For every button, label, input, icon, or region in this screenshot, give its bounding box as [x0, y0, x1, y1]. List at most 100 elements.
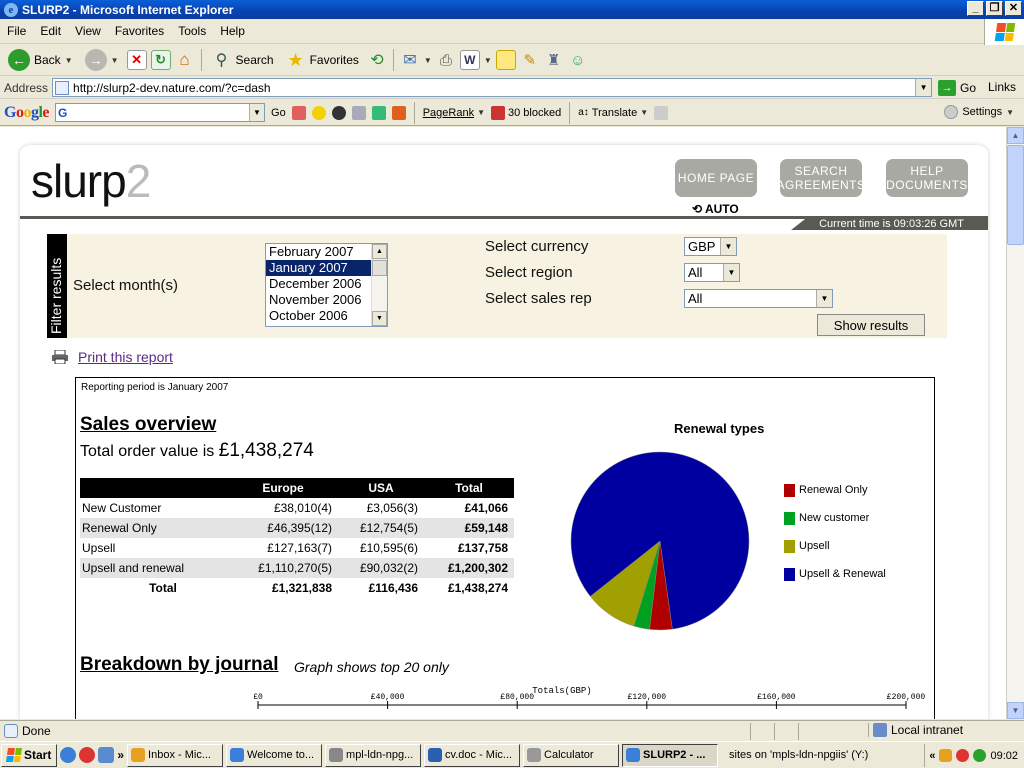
chevron-down-icon[interactable]: ▼ [723, 264, 739, 281]
bookmark-icon[interactable] [291, 105, 306, 120]
quicklaunch-more-icon[interactable]: » [117, 748, 124, 762]
task-welcome[interactable]: Welcome to... [226, 743, 323, 767]
mail-icon[interactable]: ✉ [400, 50, 420, 70]
research-icon[interactable]: ✎ [520, 50, 540, 70]
print-report-link[interactable]: Print this report [78, 349, 173, 365]
start-button[interactable]: Start [1, 743, 58, 767]
chevron-down-icon[interactable]: ▼ [111, 56, 119, 65]
menu-help[interactable]: Help [213, 24, 252, 38]
nav-help-documents[interactable]: HELP DOCUMENTS [886, 159, 968, 197]
tray-app-icon[interactable] [939, 749, 953, 762]
task-inbox[interactable]: Inbox - Mic... [127, 743, 224, 767]
table-cell: £116,436 [368, 581, 418, 595]
menu-favorites[interactable]: Favorites [108, 24, 171, 38]
pagerank-meter[interactable]: PageRank ▼ [423, 107, 485, 119]
task-cv-doc[interactable]: cv.doc - Mic... [424, 743, 521, 767]
page-icon [55, 80, 70, 95]
back-arrow-icon: ← [8, 49, 30, 71]
chevron-down-icon[interactable]: ▼ [720, 238, 736, 255]
month-listbox-scrollbar[interactable]: ▲ ▼ [371, 244, 387, 326]
month-option[interactable]: November 2006 [266, 292, 371, 308]
page-scrollbar[interactable]: ▲ ▼ [1006, 127, 1024, 719]
scroll-thumb[interactable] [1007, 145, 1024, 245]
popup-blocker[interactable]: 30 blocked [491, 105, 561, 120]
google-go-button[interactable]: Go [271, 107, 286, 119]
tray-messenger-icon[interactable] [973, 749, 987, 762]
task-calculator[interactable]: Calculator [523, 743, 620, 767]
status-cell [774, 722, 798, 740]
maximize-button[interactable]: ❐ [986, 1, 1003, 16]
forward-button[interactable]: → ▼ [81, 47, 123, 73]
go-button[interactable]: → Go [938, 79, 976, 96]
windows-logo [984, 19, 1024, 45]
back-button[interactable]: ← Back ▼ [4, 47, 77, 73]
scroll-down-icon[interactable]: ▼ [372, 311, 387, 326]
history-icon[interactable]: ⟲ [367, 50, 387, 70]
edit-icon[interactable]: W [459, 50, 480, 70]
scroll-down-icon[interactable]: ▼ [1007, 702, 1024, 719]
favorites-button[interactable]: ★ Favorites [282, 47, 363, 73]
task-mpl-ldn[interactable]: mpl-ldn-npg... [325, 743, 422, 767]
note-icon[interactable] [495, 50, 516, 70]
month-option[interactable]: October 2006 [266, 308, 371, 324]
scroll-thumb[interactable] [372, 260, 387, 276]
messenger-icon[interactable]: ☺ [568, 50, 588, 70]
nav-home-page[interactable]: HOME PAGE [675, 159, 757, 197]
menu-file[interactable]: File [0, 24, 33, 38]
translate-button[interactable]: a↕ Translate ▼ [578, 107, 648, 119]
gear-icon [944, 105, 959, 119]
tray-expand-icon[interactable]: « [929, 750, 935, 762]
chevron-down-icon[interactable]: ▼ [65, 56, 73, 65]
links-button[interactable]: Links [988, 80, 1016, 94]
refresh-icon[interactable]: ↻ [150, 50, 171, 70]
blocks-icon[interactable] [391, 105, 406, 120]
show-results-button[interactable]: Show results [817, 314, 925, 336]
messenger-quicklaunch-icon[interactable] [98, 747, 115, 763]
popup-icon[interactable] [351, 105, 366, 120]
news-icon[interactable] [331, 105, 346, 120]
axis-tick-label: £120,000 [628, 693, 667, 702]
print-icon[interactable]: ⎙ [436, 50, 456, 70]
site-logo[interactable]: slurp2 [31, 154, 151, 208]
home-icon[interactable]: ⌂ [175, 50, 195, 70]
settings-button[interactable]: Settings ▼ [944, 105, 1014, 119]
close-button[interactable]: ✕ [1005, 1, 1022, 16]
address-input[interactable]: http://slurp2-dev.nature.com/?c=dash ▼ [52, 78, 933, 97]
search-button[interactable]: ⚲ Search [208, 47, 278, 73]
chevron-down-icon[interactable]: ▼ [915, 79, 932, 96]
minimize-button[interactable]: _ [967, 1, 984, 16]
chevron-down-icon[interactable]: ▼ [816, 290, 832, 307]
stop-icon[interactable]: ✕ [126, 50, 147, 70]
chevron-down-icon[interactable]: ▼ [249, 104, 265, 121]
month-option[interactable]: February 2007 [266, 244, 371, 260]
highlight-icon[interactable] [654, 105, 669, 120]
month-listbox[interactable]: February 2007 January 2007 December 2006… [265, 243, 388, 327]
month-option[interactable]: December 2006 [266, 276, 371, 292]
menu-tools[interactable]: Tools [171, 24, 213, 38]
sun-icon[interactable] [311, 105, 326, 120]
pencil-icon[interactable] [371, 105, 386, 120]
region-select[interactable]: All ▼ [684, 263, 740, 282]
legend-label: Upsell [799, 540, 830, 552]
scroll-up-icon[interactable]: ▲ [372, 244, 387, 259]
chevron-down-icon[interactable]: ▼ [424, 56, 432, 65]
tray-security-icon[interactable] [956, 749, 970, 762]
chevron-down-icon[interactable]: ▼ [484, 56, 492, 65]
google-search-input[interactable]: G ▼ [55, 103, 266, 122]
auto-refresh-toggle[interactable]: ⟲ AUTO [692, 202, 739, 216]
app-quicklaunch-icon[interactable] [79, 747, 96, 763]
table-cell: Upsell [82, 541, 116, 555]
printer-icon [52, 350, 68, 364]
month-option-selected[interactable]: January 2007 [266, 260, 371, 276]
nav-search-agreements[interactable]: SEARCH AGREEMENTS [777, 159, 865, 197]
media-icon[interactable]: ♜ [544, 50, 564, 70]
currency-select[interactable]: GBP ▼ [684, 237, 737, 256]
sales-rep-select[interactable]: All ▼ [684, 289, 833, 308]
scroll-up-icon[interactable]: ▲ [1007, 127, 1024, 144]
task-slurp2[interactable]: SLURP2 - ... [622, 743, 719, 767]
legend-swatch [784, 483, 795, 497]
google-logo[interactable]: Google [4, 104, 49, 122]
menu-edit[interactable]: Edit [33, 24, 68, 38]
menu-view[interactable]: View [68, 24, 108, 38]
ie-quicklaunch-icon[interactable] [60, 747, 77, 763]
